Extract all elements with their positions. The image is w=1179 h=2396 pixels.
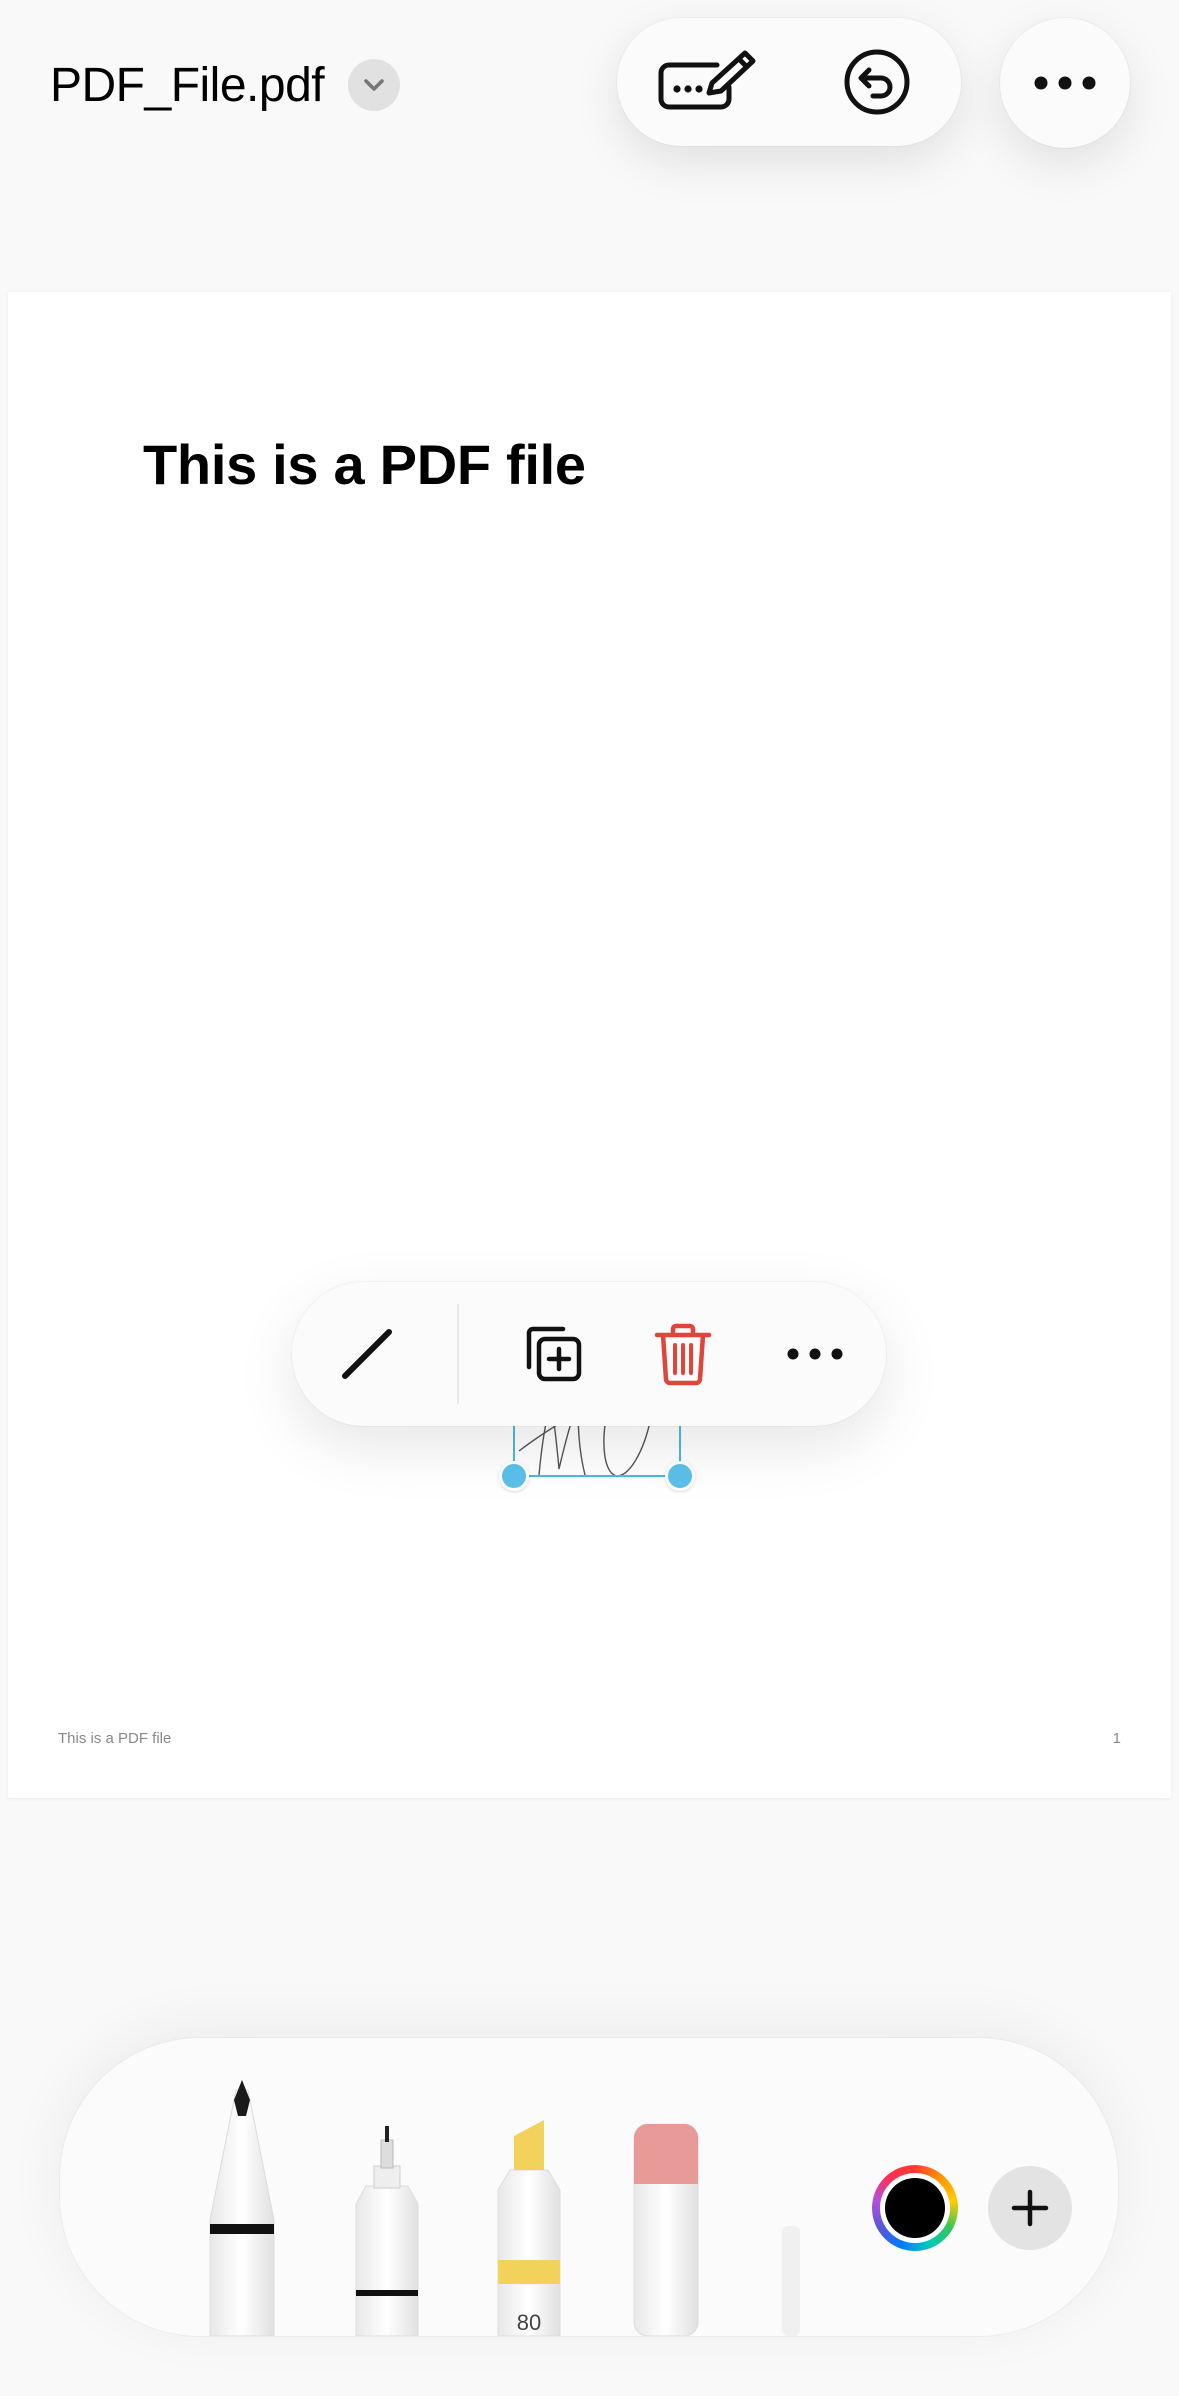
duplicate-icon [526,1326,582,1382]
ruler-tool[interactable] [782,2226,800,2336]
pen-icon [209,2080,275,2336]
more-options-button[interactable] [1000,18,1130,148]
fineliner-icon [355,2126,419,2336]
more-icon [1034,76,1096,90]
chevron-down-icon [364,79,384,91]
highlighter-icon [497,2120,561,2336]
delete-button[interactable] [648,1319,718,1389]
title-menu-button[interactable] [348,59,401,111]
signature-icon [658,50,756,110]
ruler-icon [782,2226,800,2336]
signature-button[interactable] [657,49,757,115]
color-picker-button[interactable] [872,2165,958,2251]
document-title-row[interactable]: PDF_File.pdf [50,50,401,120]
eraser-icon [633,2123,699,2336]
pdf-page[interactable]: This is a PDF file This is a PDF file 1 [8,292,1171,1798]
highlighter-tool[interactable]: 80 [494,2120,564,2336]
selection-context-menu [292,1282,886,1426]
pen-line-icon [342,1329,392,1379]
pen-tool[interactable] [206,2080,278,2336]
eraser-tool[interactable] [630,2123,702,2336]
stroke-style-button[interactable] [332,1319,402,1389]
page-heading: This is a PDF file [143,433,586,496]
undo-icon [844,49,910,115]
file-name: PDF_File.pdf [50,58,325,112]
resize-handle-bottom-left[interactable] [499,1461,529,1491]
color-ring-inner [880,2173,950,2243]
undo-button[interactable] [843,48,911,116]
fineliner-tool[interactable] [352,2126,422,2336]
page-footer-text: This is a PDF file [58,1730,172,1747]
selected-color-swatch [885,2178,945,2238]
tool-palette: 80 [60,2038,1118,2336]
plus-icon [1011,2189,1049,2227]
more-actions-button[interactable] [780,1319,850,1389]
highlighter-opacity-label: 80 [516,2310,542,2335]
resize-handle-bottom-right[interactable] [665,1461,695,1491]
page-number: 1 [1112,1730,1121,1747]
menu-divider [457,1304,459,1404]
trash-icon [654,1323,712,1386]
add-tool-button[interactable] [988,2166,1072,2250]
more-icon [787,1348,843,1360]
markup-actions-group [617,18,961,146]
duplicate-button[interactable] [517,1319,587,1389]
